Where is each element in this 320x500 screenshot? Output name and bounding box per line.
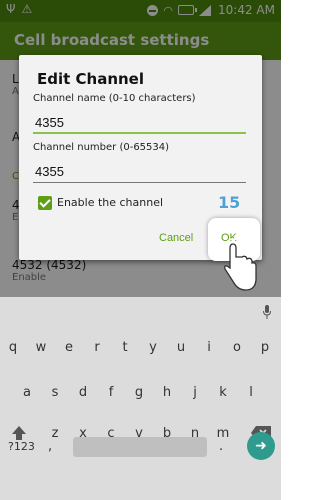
- key-s[interactable]: s: [43, 381, 67, 405]
- step-number-badge: 15: [218, 193, 241, 212]
- key-t[interactable]: t: [113, 336, 137, 360]
- key-u[interactable]: u: [169, 336, 193, 360]
- key-h[interactable]: h: [155, 381, 179, 405]
- key-period[interactable]: .: [219, 439, 223, 454]
- edit-channel-dialog: Edit Channel Channel name (0-10 characte…: [19, 55, 262, 261]
- key-q[interactable]: q: [1, 336, 25, 360]
- key-k[interactable]: k: [211, 381, 235, 405]
- key-a[interactable]: a: [15, 381, 39, 405]
- space-bar[interactable]: [73, 437, 207, 457]
- enable-channel-checkbox[interactable]: [38, 196, 52, 210]
- channel-number-field[interactable]: [33, 161, 246, 183]
- channel-name-label: Channel name (0-10 characters): [33, 93, 196, 104]
- tap-hand-icon: [224, 238, 257, 291]
- cancel-button[interactable]: Cancel: [159, 232, 193, 244]
- arrow-right-icon: ➜: [255, 438, 267, 454]
- key-comma[interactable]: ,: [48, 439, 52, 454]
- key-d[interactable]: d: [71, 381, 95, 405]
- key-z[interactable]: z: [43, 422, 67, 446]
- key-o[interactable]: o: [225, 336, 249, 360]
- keyboard-suggestion-bar: [0, 297, 281, 325]
- key-f[interactable]: f: [99, 381, 123, 405]
- microphone-icon[interactable]: [263, 305, 271, 319]
- key-g[interactable]: g: [127, 381, 151, 405]
- channel-name-field[interactable]: [33, 112, 246, 134]
- symbols-key[interactable]: ?123: [8, 440, 35, 453]
- soft-keyboard: q w e r t y u i o p a s d f g h j k l z …: [0, 297, 281, 500]
- key-y[interactable]: y: [141, 336, 165, 360]
- dialog-title: Edit Channel: [37, 70, 144, 88]
- key-p[interactable]: p: [253, 336, 277, 360]
- key-r[interactable]: r: [85, 336, 109, 360]
- enable-channel-label: Enable the channel: [57, 196, 164, 209]
- key-j[interactable]: j: [183, 381, 207, 405]
- key-w[interactable]: w: [29, 336, 53, 360]
- key-e[interactable]: e: [57, 336, 81, 360]
- key-i[interactable]: i: [197, 336, 221, 360]
- channel-number-label: Channel number (0-65534): [33, 142, 170, 153]
- enter-key[interactable]: ➜: [247, 432, 275, 460]
- key-l[interactable]: l: [239, 381, 263, 405]
